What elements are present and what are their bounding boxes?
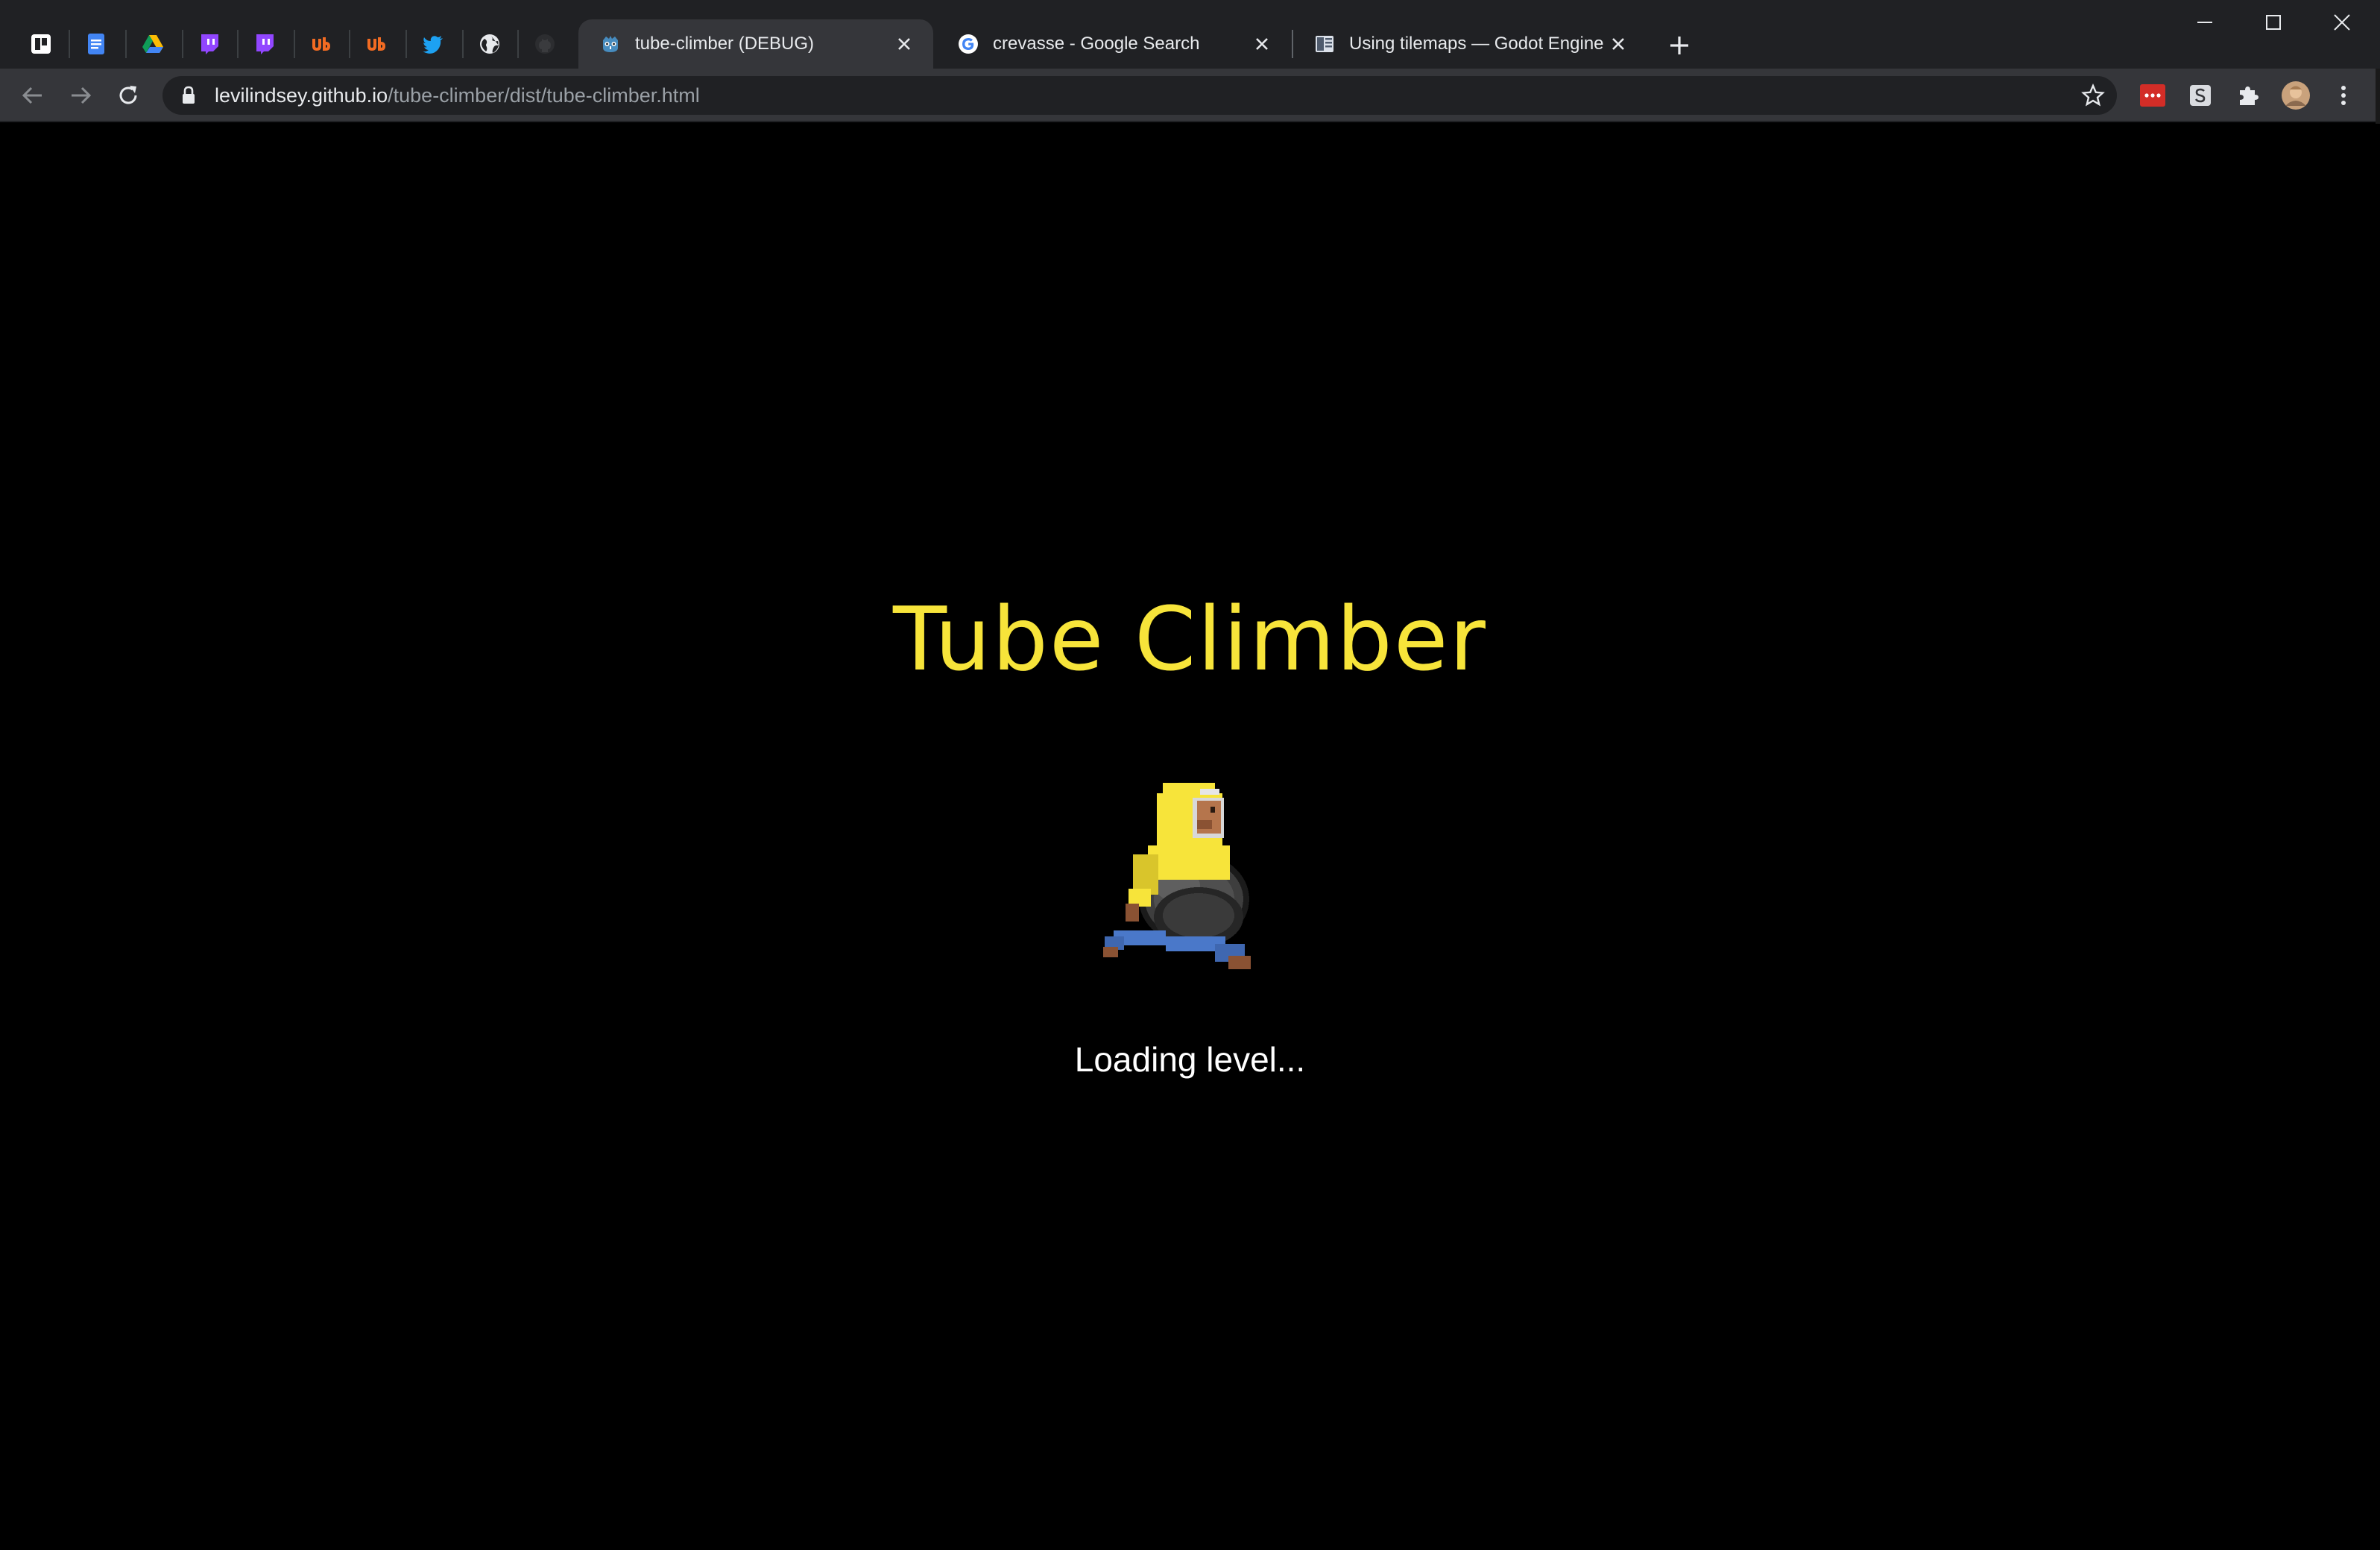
close-tab-icon[interactable] xyxy=(1249,31,1275,57)
ublock-icon xyxy=(312,37,330,51)
address-bar[interactable]: levilindsey.github.io/tube-climber/dist/… xyxy=(162,76,2117,115)
pinned-tab-twitch-1[interactable] xyxy=(182,19,237,69)
tab-crevasse-search[interactable]: crevasse - Google Search xyxy=(936,19,1291,69)
maximize-icon xyxy=(2266,15,2281,30)
s-extension[interactable] xyxy=(2185,81,2215,110)
pinned-tab-drive[interactable] xyxy=(125,19,180,69)
twitch-icon xyxy=(201,34,218,54)
close-tab-icon[interactable] xyxy=(891,31,917,57)
pinned-tab-globe[interactable] xyxy=(462,19,517,69)
loading-status: Loading level... xyxy=(1074,1040,1306,1079)
ublock-icon xyxy=(367,37,385,51)
github-icon xyxy=(535,34,555,54)
bookmark-star-icon[interactable] xyxy=(2081,84,2105,107)
puzzle-icon xyxy=(2240,86,2259,105)
trello-icon xyxy=(31,34,51,54)
twitch-icon xyxy=(256,34,274,54)
url-domain: levilindsey.github.io xyxy=(215,84,388,107)
s-extension-icon xyxy=(2190,85,2211,106)
reload-icon xyxy=(119,86,137,104)
more-vert-icon xyxy=(2341,86,2346,105)
plus-icon xyxy=(1670,37,1688,54)
arrow-left-icon xyxy=(22,86,42,104)
browser-menu-button[interactable] xyxy=(2329,81,2358,110)
new-tab-button[interactable] xyxy=(1661,27,1698,64)
extensions-button[interactable] xyxy=(2233,81,2263,110)
close-window-button[interactable] xyxy=(2308,0,2376,45)
tab-title: Using tilemaps — Godot Engine ( xyxy=(1349,34,1606,54)
pinned-tab-github[interactable] xyxy=(517,19,572,69)
reload-button[interactable] xyxy=(110,78,146,113)
tab-title: crevasse - Google Search xyxy=(993,34,1200,54)
google-docs-icon xyxy=(88,34,104,54)
close-icon xyxy=(2334,14,2350,31)
maximize-button[interactable] xyxy=(2239,0,2308,45)
minimize-button[interactable] xyxy=(2171,0,2239,45)
pinned-tab-twitter[interactable] xyxy=(405,19,461,69)
lock-icon[interactable] xyxy=(177,84,200,107)
godot-docs-icon xyxy=(1316,36,1333,52)
close-tab-icon[interactable] xyxy=(1606,31,1631,57)
godot-icon xyxy=(603,36,618,52)
pinned-tab-ublock-2[interactable] xyxy=(349,19,404,69)
pinned-tab-docs[interactable] xyxy=(69,19,124,69)
url-path: /tube-climber/dist/tube-climber.html xyxy=(388,84,700,107)
browser-toolbar: levilindsey.github.io/tube-climber/dist/… xyxy=(0,69,2380,122)
forward-button[interactable] xyxy=(63,78,98,113)
tab-godot-tilemaps[interactable]: Using tilemaps — Godot Engine ( xyxy=(1292,19,1647,69)
profile-avatar[interactable] xyxy=(2281,81,2311,110)
lastpass-icon xyxy=(2140,84,2165,107)
game-title: Tube Climber xyxy=(893,587,1487,690)
back-button[interactable] xyxy=(15,78,51,113)
climber-character-sprite xyxy=(1103,783,1251,969)
twitter-icon xyxy=(423,36,443,54)
google-drive-icon xyxy=(142,35,163,53)
tab-strip: tube-climber (DEBUG) crevasse - Google S… xyxy=(0,0,2380,69)
pinned-tab-twitch-2[interactable] xyxy=(237,19,292,69)
url-text: levilindsey.github.io/tube-climber/dist/… xyxy=(215,84,700,107)
tab-title: tube-climber (DEBUG) xyxy=(635,34,815,54)
game-canvas[interactable]: Tube Climber Loading level... xyxy=(0,124,2380,1550)
lastpass-extension[interactable] xyxy=(2138,81,2168,110)
avatar-icon xyxy=(2282,81,2310,110)
pinned-tab-trello[interactable] xyxy=(13,19,69,69)
arrow-right-icon xyxy=(72,86,92,104)
tab-tube-climber[interactable]: tube-climber (DEBUG) xyxy=(578,19,933,69)
google-icon xyxy=(959,34,978,54)
globe-icon xyxy=(480,34,499,54)
minimize-icon xyxy=(2197,22,2212,23)
pinned-tab-ublock-1[interactable] xyxy=(294,19,349,69)
